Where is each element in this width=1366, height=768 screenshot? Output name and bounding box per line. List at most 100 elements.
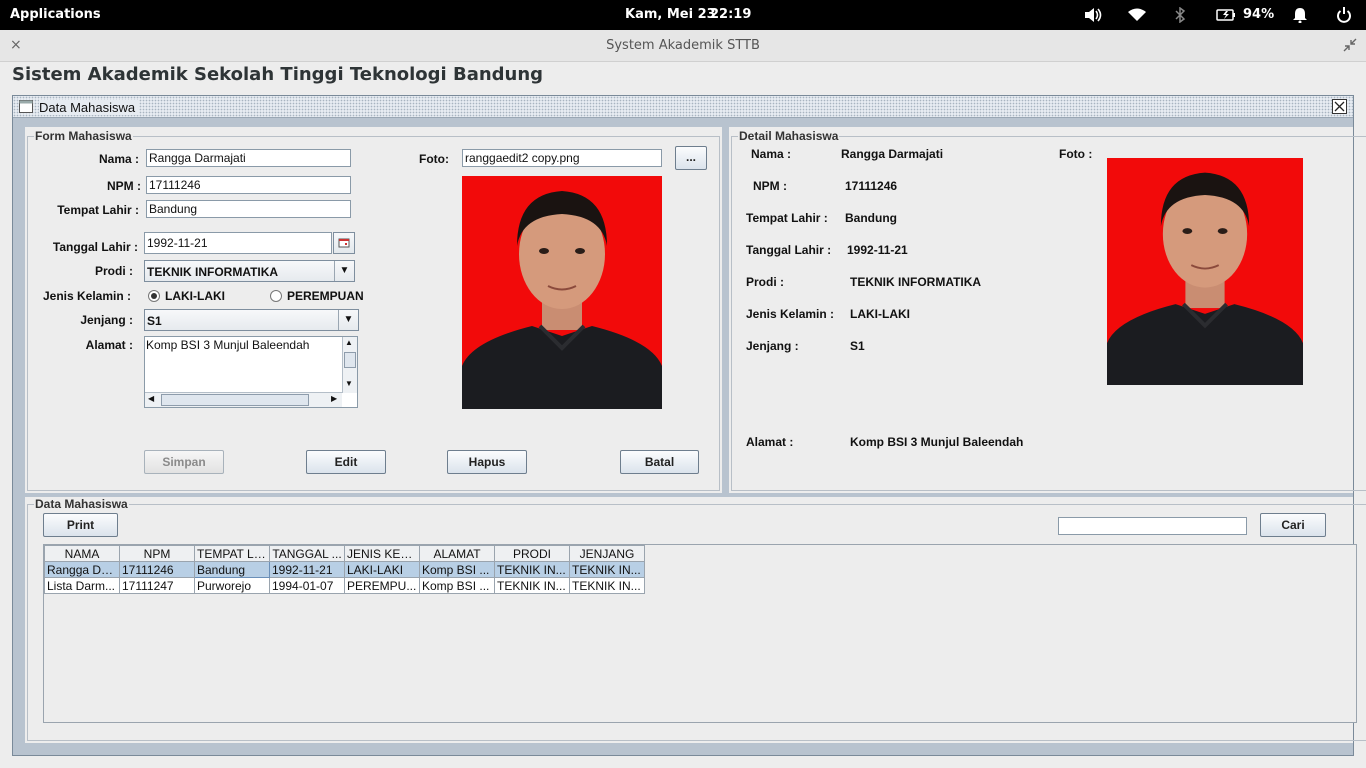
form-photo <box>462 176 662 409</box>
table-cell[interactable]: TEKNIK IN... <box>569 561 645 578</box>
jenjang-combobox[interactable]: S1 ▼ <box>144 309 359 331</box>
foto-path-field[interactable]: ranggaedit2 copy.png <box>462 149 662 167</box>
detail-nama-label: Nama : <box>751 147 792 161</box>
jenis-kelamin-label: Jenis Kelamin : <box>42 289 131 303</box>
table-row[interactable]: Lista Darm... 17111247 Purworejo 1994-01… <box>44 577 645 594</box>
notification-bell-icon[interactable] <box>1292 7 1308 27</box>
search-input[interactable] <box>1058 517 1247 535</box>
batal-button[interactable]: Batal <box>620 450 699 474</box>
table-cell[interactable]: 1994-01-07 <box>269 577 345 594</box>
detail-prodi-label: Prodi : <box>746 275 784 289</box>
simpan-button[interactable]: Simpan <box>144 450 224 474</box>
cari-button[interactable]: Cari <box>1260 513 1326 537</box>
detail-legend: Detail Mahasiswa <box>739 129 839 143</box>
frame-close-icon[interactable] <box>1332 99 1347 114</box>
table-cell[interactable]: Lista Darm... <box>44 577 120 594</box>
detail-panel: Detail Mahasiswa Nama : Rangga Darmajati… <box>729 127 1366 493</box>
detail-alamat-label: Alamat : <box>746 435 794 449</box>
data-table-viewport[interactable]: NAMA NPM TEMPAT LA... TANGGAL ... JENIS … <box>43 544 1357 723</box>
table-cell[interactable]: 17111246 <box>119 561 195 578</box>
detail-npm-value: 17111246 <box>845 179 898 193</box>
print-button[interactable]: Print <box>43 513 118 537</box>
scroll-left-icon[interactable]: ◀ <box>148 394 154 403</box>
data-table[interactable]: NAMA NPM TEMPAT LA... TANGGAL ... JENIS … <box>44 545 645 594</box>
column-header-npm[interactable]: NPM <box>119 545 195 562</box>
column-header-jenjang[interactable]: JENJANG <box>569 545 645 562</box>
detail-nama-value: Rangga Darmajati <box>841 147 944 161</box>
window-restore-icon[interactable] <box>1343 38 1357 55</box>
tempat-lahir-field[interactable]: Bandung <box>146 200 351 218</box>
table-cell[interactable]: TEKNIK IN... <box>494 577 570 594</box>
tempat-lahir-label: Tempat Lahir : <box>57 203 139 217</box>
column-header-alamat[interactable]: ALAMAT <box>419 545 495 562</box>
alamat-vertical-scrollbar[interactable]: ▲ ▼ <box>342 337 357 393</box>
clock-time[interactable]: 22:19 <box>710 7 751 22</box>
scroll-up-icon[interactable]: ▲ <box>345 338 353 347</box>
nama-field[interactable]: Rangga Darmajati <box>146 149 351 167</box>
detail-jk-label: Jenis Kelamin : <box>746 307 835 321</box>
bluetooth-icon[interactable] <box>1174 6 1186 27</box>
tanggal-lahir-field[interactable]: 1992-11-21 <box>144 232 332 254</box>
internal-frame-title-bar[interactable]: Data Mahasiswa <box>13 96 1353 118</box>
laki-laki-radio[interactable] <box>148 290 160 302</box>
table-cell[interactable]: Rangga Da... <box>44 561 120 578</box>
detail-npm-label: NPM : <box>753 179 787 193</box>
table-cell[interactable]: 1992-11-21 <box>269 561 345 578</box>
power-icon[interactable] <box>1336 6 1352 28</box>
internal-frame-title: Data Mahasiswa <box>39 100 140 115</box>
table-cell[interactable]: Purworejo <box>194 577 270 594</box>
detail-alamat-value: Komp BSI 3 Munjul Baleendah <box>850 435 1024 449</box>
jenjang-selected: S1 <box>147 314 162 328</box>
detail-jenjang-value: S1 <box>850 339 865 353</box>
system-top-bar: Applications Kam, Mei 23 22:19 94% <box>0 0 1366 30</box>
chevron-down-icon[interactable]: ▼ <box>334 261 354 281</box>
table-cell[interactable]: TEKNIK IN... <box>569 577 645 594</box>
scroll-right-icon[interactable]: ▶ <box>331 394 337 403</box>
prodi-combobox[interactable]: TEKNIK INFORMATIKA ▼ <box>144 260 355 282</box>
frame-window-icon <box>19 100 33 116</box>
column-header-nama[interactable]: NAMA <box>44 545 120 562</box>
window-title-bar: × System Akademik STTB <box>0 30 1366 62</box>
table-cell[interactable]: Komp BSI ... <box>419 577 495 594</box>
scroll-thumb-horizontal[interactable] <box>161 394 309 406</box>
jenjang-label: Jenjang : <box>80 313 133 327</box>
npm-label: NPM : <box>107 179 141 193</box>
table-cell[interactable]: Komp BSI ... <box>419 561 495 578</box>
table-cell[interactable]: PEREMPU... <box>344 577 420 594</box>
table-cell[interactable]: Bandung <box>194 561 270 578</box>
column-header-tempat-lahir[interactable]: TEMPAT LA... <box>194 545 270 562</box>
scroll-thumb[interactable] <box>344 352 356 368</box>
table-cell[interactable]: TEKNIK IN... <box>494 561 570 578</box>
perempuan-radio[interactable] <box>270 290 282 302</box>
column-header-tanggal-lahir[interactable]: TANGGAL ... <box>269 545 345 562</box>
battery-percent: 94% <box>1243 7 1275 22</box>
chevron-down-icon[interactable]: ▼ <box>338 310 358 330</box>
table-row[interactable]: Rangga Da... 17111246 Bandung 1992-11-21… <box>44 561 645 578</box>
detail-tempat-label: Tempat Lahir : <box>746 211 828 225</box>
window-title: System Akademik STTB <box>606 38 760 53</box>
scroll-down-icon[interactable]: ▼ <box>345 379 353 388</box>
prodi-selected: TEKNIK INFORMATIKA <box>147 265 279 279</box>
clock-date[interactable]: Kam, Mei 23 <box>625 7 716 22</box>
hapus-button[interactable]: Hapus <box>447 450 527 474</box>
nama-label: Nama : <box>98 152 139 166</box>
laki-laki-label[interactable]: LAKI-LAKI <box>165 289 225 303</box>
calendar-icon[interactable] <box>333 232 355 254</box>
alamat-horizontal-scrollbar[interactable]: ◀ ▶ <box>145 392 342 407</box>
browse-button[interactable]: ... <box>675 146 707 170</box>
wifi-icon[interactable] <box>1127 7 1147 27</box>
edit-button[interactable]: Edit <box>306 450 386 474</box>
alamat-textarea[interactable]: Komp BSI 3 Munjul Baleendah ▲ ▼ ◀ ▶ <box>144 336 358 408</box>
perempuan-label[interactable]: PEREMPUAN <box>287 289 364 303</box>
applications-menu[interactable]: Applications <box>10 7 101 22</box>
detail-jk-value: LAKI-LAKI <box>850 307 910 321</box>
battery-icon[interactable] <box>1216 8 1236 26</box>
column-header-jenis-kelamin[interactable]: JENIS KEL... <box>344 545 420 562</box>
npm-field[interactable]: 17111246 <box>146 176 351 194</box>
table-cell[interactable]: LAKI-LAKI <box>344 561 420 578</box>
volume-icon[interactable] <box>1083 6 1103 28</box>
foto-label: Foto: <box>419 152 449 166</box>
column-header-prodi[interactable]: PRODI <box>494 545 570 562</box>
table-cell[interactable]: 17111247 <box>119 577 195 594</box>
form-legend: Form Mahasiswa <box>35 129 132 143</box>
